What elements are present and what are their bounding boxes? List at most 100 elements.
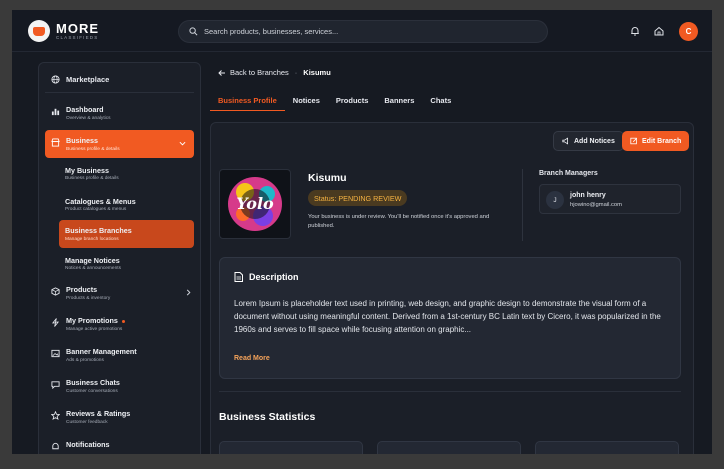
sidebar-subitem-branches[interactable]: Business Branches Manage branch location… (59, 220, 194, 248)
manager-name: john henry (570, 192, 606, 199)
logo-icon (28, 20, 50, 42)
business-logo: Yolo (219, 169, 291, 239)
tab-bar: Business Profile Notices Products Banner… (210, 90, 694, 111)
user-avatar[interactable]: C (679, 22, 698, 41)
tab-business-profile[interactable]: Business Profile (210, 90, 285, 111)
breadcrumb-current: Kisumu (303, 68, 331, 77)
tab-notices[interactable]: Notices (285, 90, 328, 111)
tab-banners[interactable]: Banners (376, 90, 422, 111)
sidebar-item-chats[interactable]: Business Chats Customer conversations (39, 372, 200, 403)
notification-dot (121, 319, 125, 323)
logo-main-text: MORE (56, 20, 99, 36)
logo-sub-text: CLASSIFIEDS (56, 34, 99, 40)
chat-icon (51, 380, 60, 389)
edit-branch-button[interactable]: Edit Branch (622, 131, 690, 151)
arrow-left-icon (218, 69, 225, 76)
sidebar-subitem-notices[interactable]: Manage Notices Notices & announcements (39, 248, 200, 279)
search-bar[interactable] (178, 20, 548, 43)
app-window: MORE CLASSIFIEDS C Marketplace Dashboard… (12, 10, 712, 454)
sidebar-item-banners[interactable]: Banner Management Ads & promotions (39, 341, 200, 372)
sidebar-subitem-sub: Product catalogues & menus (65, 207, 127, 213)
top-bar: MORE CLASSIFIEDS C (12, 10, 712, 52)
tab-chats[interactable]: Chats (422, 90, 459, 111)
business-name: Kisumu (308, 172, 347, 184)
sidebar-subitem-sub: Manage branch locations (65, 236, 119, 242)
sidebar-item-promotions[interactable]: My Promotions Manage active promotions (39, 310, 200, 341)
sidebar-subitem-sub: Notices & announcements (65, 266, 121, 272)
tab-products[interactable]: Products (328, 90, 377, 111)
search-icon (189, 27, 198, 36)
sidebar-item-sub: Manage active promotions (66, 326, 123, 332)
megaphone-icon (562, 137, 568, 145)
home-icon[interactable] (652, 24, 666, 38)
profile-card: Add Notices Edit Branch Yolo Kisumu Stat (210, 122, 694, 454)
sidebar-subitem-label: My Business (65, 165, 109, 175)
sidebar-item-sub: Customer feedback (66, 419, 108, 425)
sidebar-item-business[interactable]: Business Business profile & details (45, 130, 194, 158)
status-badge: Status: PENDING REVIEW (308, 190, 408, 206)
edit-icon (630, 137, 638, 145)
stat-card (377, 441, 521, 454)
sidebar-subitem-sub: Business profile & details (65, 176, 119, 182)
star-icon (51, 411, 60, 420)
sidebar-item-label: Banner Management (66, 347, 137, 356)
sidebar-item-sub: Ads & promotions (66, 357, 104, 363)
logo-lettering: Yolo (236, 194, 274, 213)
sidebar-subitem-catalogues[interactable]: Catalogues & Menus Product catalogues & … (39, 189, 200, 220)
description-panel: Description Lorem Ipsum is placeholder t… (219, 257, 681, 379)
sidebar-item-notifications[interactable]: Notifications (39, 434, 200, 454)
sidebar-item-dashboard[interactable]: Dashboard Overview & analytics (39, 99, 200, 130)
sidebar-item-sub: Customer conversations (66, 388, 118, 394)
lightning-icon (51, 318, 60, 327)
sidebar-item-label: Products (66, 285, 98, 294)
globe-icon (51, 75, 60, 84)
image-icon (51, 349, 60, 358)
main-content: Back to Branches · Kisumu Business Profi… (210, 62, 694, 454)
sidebar-item-sub: Products & inventory (66, 295, 111, 301)
manager-card[interactable]: J john henry hjowino@gmail.com (539, 184, 681, 214)
sidebar-marketplace-label: Marketplace (66, 75, 110, 84)
business-statistics-title: Business Statistics (219, 411, 316, 423)
sidebar-subitem-label: Catalogues & Menus (65, 196, 136, 206)
bell-icon (51, 442, 60, 451)
edit-branch-label: Edit Branch (642, 137, 682, 145)
section-divider (219, 391, 681, 392)
add-notices-button[interactable]: Add Notices (553, 131, 624, 151)
store-icon (51, 138, 60, 147)
stat-card (219, 441, 363, 454)
sidebar-item-sub: Overview & analytics (66, 115, 111, 121)
sidebar-item-label: Notifications (66, 440, 110, 449)
add-notices-label: Add Notices (574, 137, 615, 145)
description-title-text: Description (249, 272, 299, 282)
manager-avatar: J (546, 191, 564, 209)
sidebar-subitem-my-business[interactable]: My Business Business profile & details (39, 158, 200, 189)
search-input[interactable] (204, 27, 524, 36)
sidebar-item-label: My Promotions (66, 316, 125, 325)
branch-managers-title: Branch Managers (539, 170, 598, 177)
read-more-link[interactable]: Read More (234, 355, 270, 362)
sidebar-item-sub: Business profile & details (66, 146, 120, 152)
sidebar-subitem-label: Business Branches (65, 226, 132, 236)
logo[interactable]: MORE CLASSIFIEDS (28, 20, 99, 42)
back-label: Back to Branches (230, 68, 289, 77)
breadcrumb: Back to Branches · Kisumu (218, 68, 331, 77)
sidebar-item-label: Reviews & Ratings (66, 409, 131, 418)
bell-icon[interactable] (628, 24, 642, 38)
sidebar-item-label: Business (66, 136, 98, 145)
sidebar-subitem-label: Manage Notices (65, 255, 120, 265)
sidebar: Marketplace Dashboard Overview & analytic… (38, 62, 201, 454)
divider (522, 169, 523, 241)
sidebar-item-label: Business Chats (66, 378, 120, 387)
chevron-right-icon (184, 288, 192, 296)
sidebar-marketplace-link[interactable]: Marketplace (45, 63, 194, 93)
description-text: Lorem Ipsum is placeholder text used in … (234, 299, 661, 334)
manager-email: hjowino@gmail.com (570, 202, 622, 208)
sidebar-item-reviews[interactable]: Reviews & Ratings Customer feedback (39, 403, 200, 434)
sidebar-item-label: Dashboard (66, 105, 104, 114)
chart-icon (51, 107, 60, 116)
back-to-branches-link[interactable]: Back to Branches (218, 68, 289, 77)
chevron-down-icon (178, 139, 186, 147)
breadcrumb-separator: · (294, 68, 298, 77)
box-icon (51, 287, 60, 296)
sidebar-item-products[interactable]: Products Products & inventory (39, 279, 200, 310)
